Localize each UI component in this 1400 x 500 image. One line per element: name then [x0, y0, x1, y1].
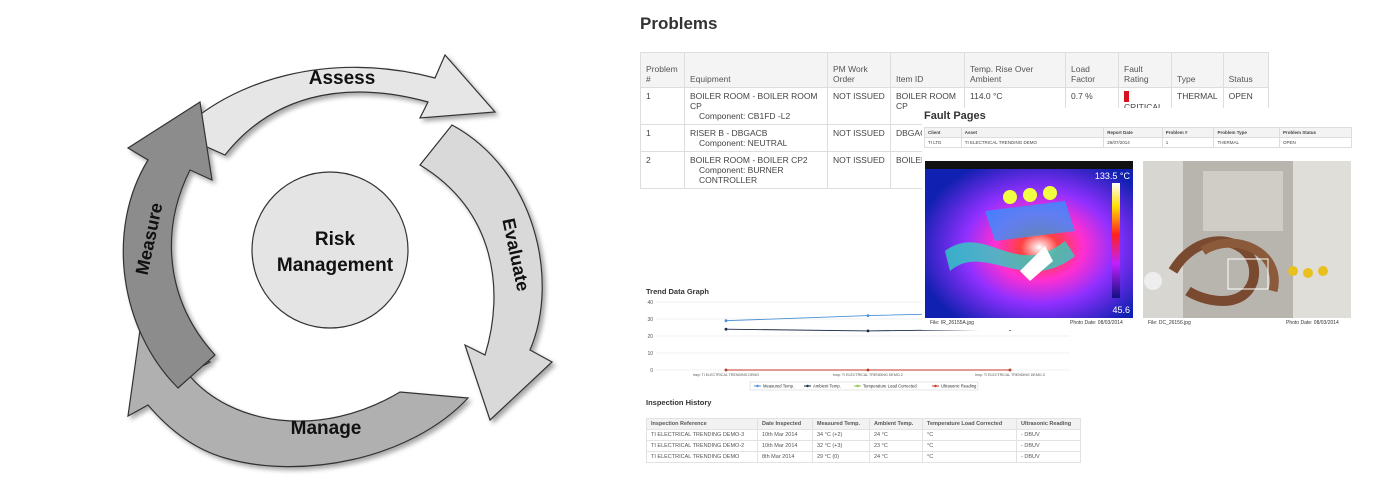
assess-label: Assess	[309, 68, 376, 89]
y-tick-label: 30	[647, 317, 653, 323]
legend-label: Ambient Temp.	[813, 384, 841, 389]
col-pm-work-order: PM Work Order	[827, 52, 891, 88]
col-load-factor: Load Factor	[1065, 52, 1119, 88]
fault-header-row: Client Asset Report Date Problem # Probl…	[924, 127, 1352, 138]
data-point	[1008, 368, 1012, 372]
manage-label: Manage	[291, 418, 362, 439]
legend-marker	[934, 384, 937, 388]
evaluate-arrow	[419, 124, 554, 422]
data-point	[866, 368, 870, 372]
critical-indicator	[1124, 91, 1129, 102]
visual-photo-date: Photo Date: 08/03/2014	[1286, 320, 1339, 326]
table-row[interactable]: TI ELECTRICAL TRENDING DEMO-2 10th Mar 20…	[646, 440, 1081, 452]
thermal-image[interactable]: 133.5 °C 45.6	[925, 161, 1133, 318]
problems-title: Problems	[640, 14, 718, 33]
col-equipment: Equipment	[684, 52, 828, 88]
data-point	[866, 329, 870, 333]
table-row[interactable]: TI ELECTRICAL TRENDING DEMO-3 10th Mar 20…	[646, 429, 1081, 441]
legend-label: Ultrasonic Reading	[941, 384, 977, 389]
y-tick-label: 0	[650, 368, 653, 374]
col-type: Type	[1171, 52, 1224, 88]
history-header-row: Inspection Reference Date Inspected Meas…	[646, 418, 1081, 430]
visual-file-name: File: DC_26156.jpg	[1148, 320, 1191, 326]
y-tick-label: 40	[647, 300, 653, 306]
y-tick-label: 20	[647, 334, 653, 340]
inspection-history-title: Inspection History	[646, 398, 712, 407]
col-temp-rise: Temp. Rise Over Ambient	[964, 52, 1066, 88]
x-tick-label: Insp: TI ELECTRICAL TRENDING DEMO	[693, 373, 760, 377]
data-point	[724, 319, 728, 323]
legend-label: Measured Temp.	[763, 384, 794, 389]
legend-marker	[806, 384, 809, 388]
thermal-file-name: File: IR_26155A.jpg	[930, 320, 974, 326]
risk-management-cycle-diagram: Risk Management Assess Evaluate Manage M…	[122, 53, 554, 468]
y-tick-label: 10	[647, 351, 653, 357]
data-point	[724, 368, 728, 372]
fault-info-table: Client Asset Report Date Problem # Probl…	[924, 127, 1352, 148]
col-fault-rating: Fault Rating	[1118, 52, 1172, 88]
legend-label: Temperature Load Corrected	[863, 384, 917, 389]
center-circle	[251, 171, 409, 329]
inspection-history-table: Inspection Reference Date Inspected Meas…	[646, 418, 1081, 463]
fault-pages-panel: Fault Pages Client Asset Report Date Pro…	[922, 108, 1354, 330]
thermal-min-temp: 45.6	[1112, 305, 1130, 315]
center-label-line2: Management	[277, 255, 394, 276]
table-row[interactable]: TI LTD TI ELECTRICAL TRENDING DEMO 26/07…	[924, 137, 1352, 148]
problems-header-row: Problem # Equipment PM Work Order Item I…	[640, 52, 1269, 88]
col-problem-num: Problem #	[640, 52, 685, 88]
thermal-max-temp: 133.5 °C	[1095, 171, 1131, 181]
legend-marker	[756, 384, 759, 388]
x-tick-label: Insp: TI ELECTRICAL TRENDING DEMO-3	[975, 373, 1045, 377]
data-point	[724, 327, 728, 331]
trend-graph-title: Trend Data Graph	[646, 287, 709, 296]
thermal-photo-date: Photo Date: 08/03/2014	[1070, 320, 1123, 326]
visual-image[interactable]	[1143, 161, 1351, 318]
table-row[interactable]: TI ELECTRICAL TRENDING DEMO 8th Mar 2014 2…	[646, 451, 1081, 463]
x-tick-label: Insp: TI ELECTRICAL TRENDING DEMO-2	[833, 373, 903, 377]
col-status: Status	[1222, 52, 1269, 88]
col-item-id: Item ID	[890, 52, 965, 88]
data-point	[866, 314, 870, 317]
legend-marker	[856, 384, 859, 388]
fault-pages-title: Fault Pages	[924, 110, 986, 122]
center-label-line1: Risk	[315, 229, 356, 250]
